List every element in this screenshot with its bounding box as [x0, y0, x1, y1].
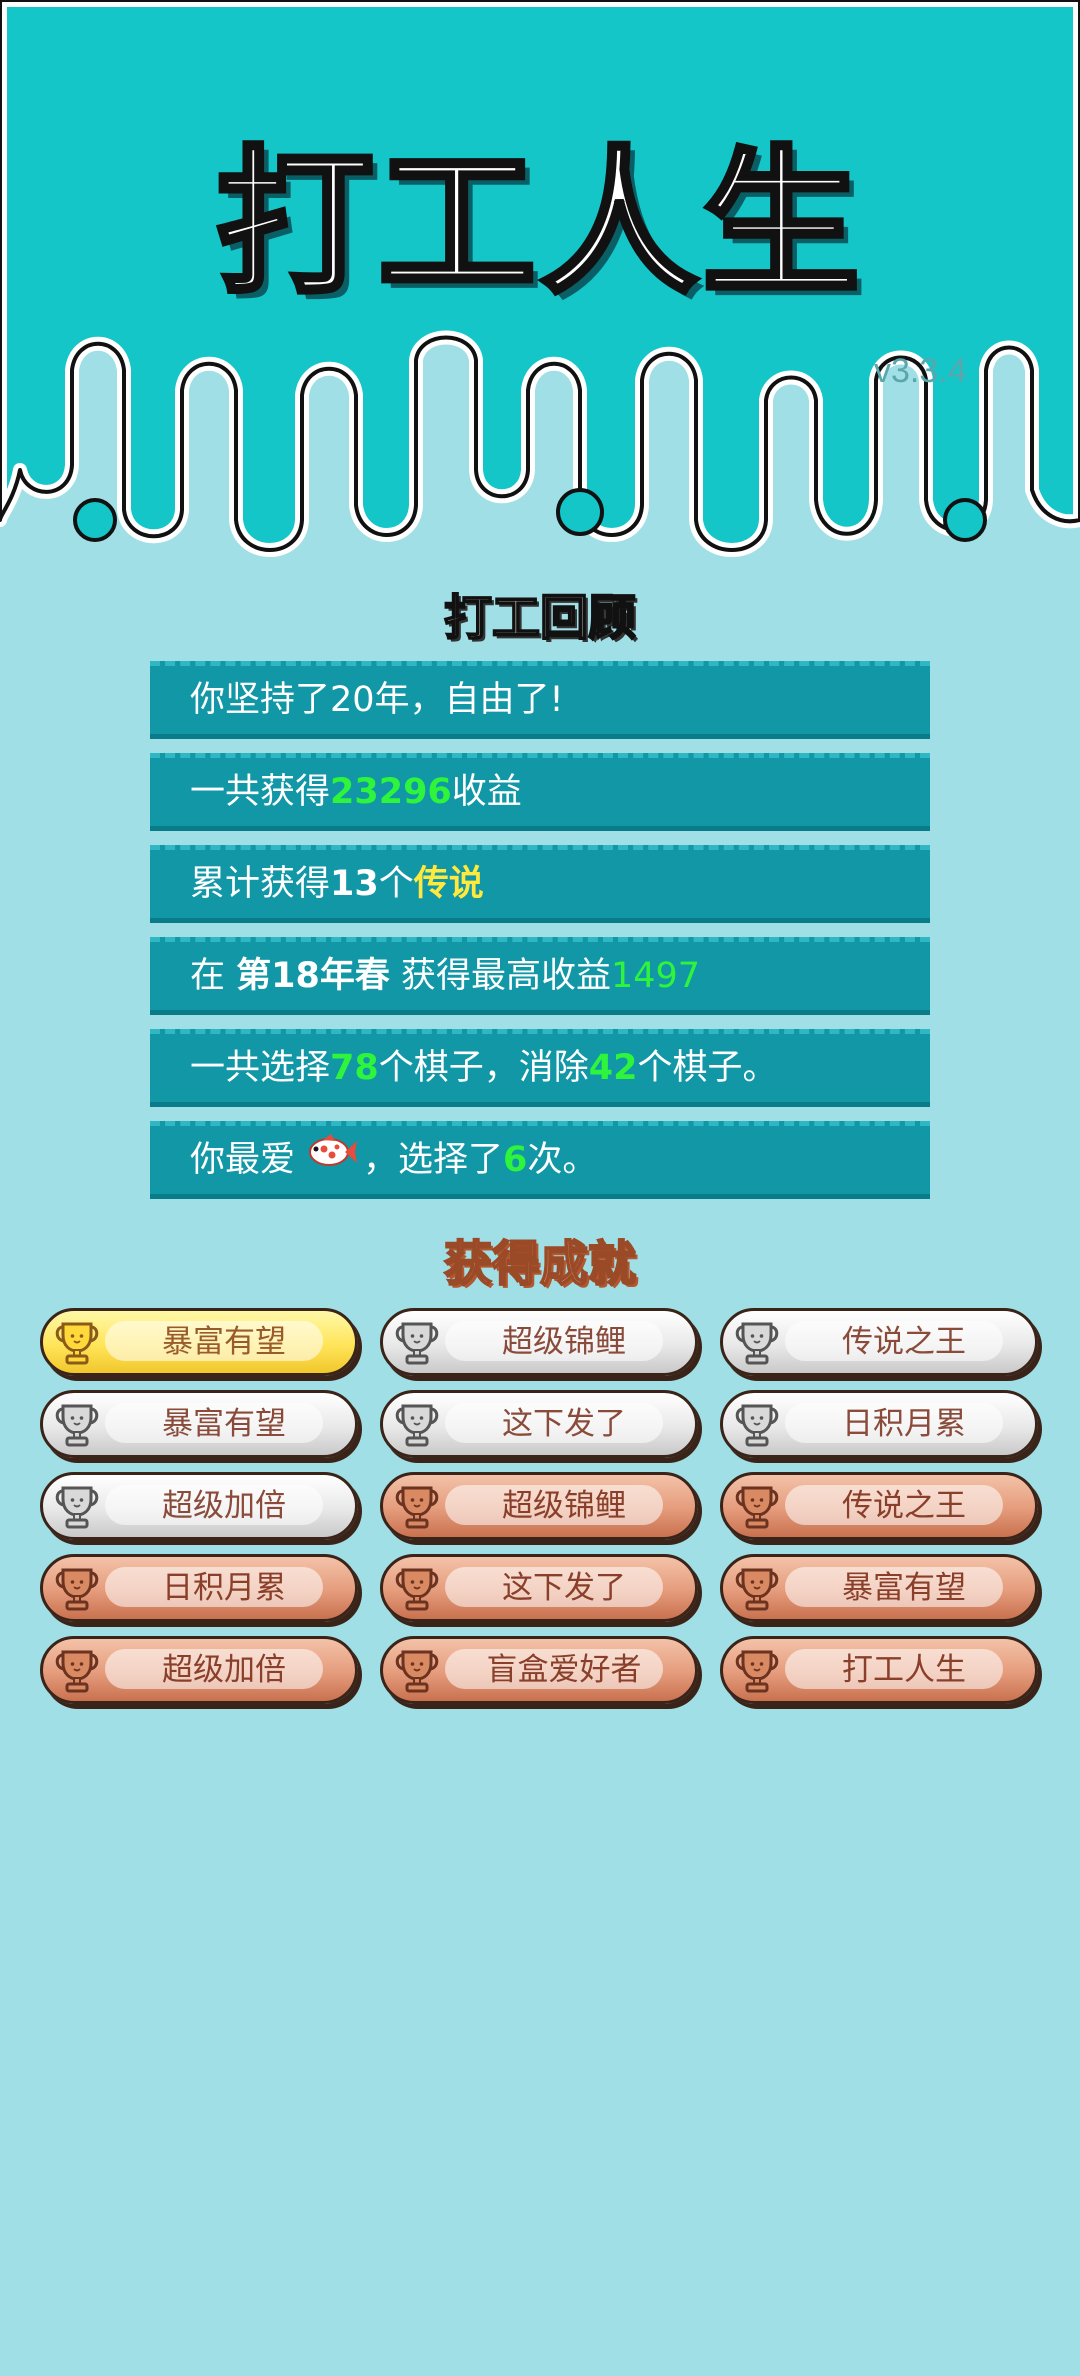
game-title: 打工人生 — [214, 130, 864, 319]
achievement-label: 这下发了 — [502, 1570, 626, 1606]
review-text: 你坚持了20年，自由了! — [190, 680, 564, 720]
achievement-badge[interactable]: 超级锦鲤 — [380, 1472, 698, 1540]
review-text: 一共获得 — [190, 772, 331, 812]
pieces-selected-value: 78 — [330, 1048, 379, 1088]
achievement-badge[interactable]: 暴富有望 — [40, 1308, 358, 1376]
achievement-label: 暴富有望 — [162, 1406, 286, 1442]
achievements-title: 获得成就 — [443, 1235, 637, 1293]
best-season-value: 第18年春 — [236, 956, 390, 996]
achievement-label: 暴富有望 — [162, 1324, 286, 1360]
review-title: 打工回顾 — [443, 589, 637, 647]
achievement-label: 日积月累 — [842, 1406, 966, 1442]
review-line-legends: 累计获得13个传说 — [150, 845, 930, 923]
review-text: 次。 — [527, 1140, 598, 1180]
achievement-badge[interactable]: 超级加倍 — [40, 1636, 358, 1704]
achievement-label: 超级加倍 — [162, 1488, 286, 1524]
review-text: 获得最高收益 — [389, 956, 611, 996]
review-line-years: 你坚持了20年，自由了! — [150, 661, 930, 739]
review-text: 累计获得 — [190, 864, 331, 904]
achievement-badge[interactable]: 暴富有望 — [720, 1554, 1038, 1622]
review-text: 个棋子，消除 — [378, 1048, 589, 1088]
achievement-label: 超级加倍 — [162, 1652, 286, 1688]
achievement-badge[interactable]: 打工人生 — [720, 1636, 1038, 1704]
achievement-badge[interactable]: 传说之王 — [720, 1472, 1038, 1540]
review-text: 你最爱 — [190, 1140, 296, 1180]
total-earnings-value: 23296 — [330, 772, 452, 812]
legend-count-value: 13 — [330, 864, 379, 904]
achievement-label: 超级锦鲤 — [502, 1324, 626, 1360]
achievement-badge[interactable]: 盲盒爱好者 — [380, 1636, 698, 1704]
review-text: 在 — [190, 956, 237, 996]
review-line-earnings: 一共获得23296收益 — [150, 753, 930, 831]
review-text: ，选择了 — [363, 1140, 504, 1180]
fish-icon — [299, 1127, 359, 1195]
achievement-badge[interactable]: 日积月累 — [720, 1390, 1038, 1458]
pieces-eliminated-value: 42 — [588, 1048, 638, 1088]
achievement-label: 传说之王 — [842, 1488, 966, 1524]
achievement-badge[interactable]: 这下发了 — [380, 1390, 698, 1458]
review-line-favorite: 你最爱 ，选择了6次。 — [150, 1121, 930, 1199]
achievement-badge[interactable]: 超级加倍 — [40, 1472, 358, 1540]
legend-label: 传说 — [413, 864, 484, 904]
achievement-label: 盲盒爱好者 — [486, 1652, 642, 1688]
achievement-badge[interactable]: 传说之王 — [720, 1308, 1038, 1376]
review-line-best-season: 在 第18年春 获得最高收益1497 — [150, 937, 930, 1015]
achievement-badge[interactable]: 超级锦鲤 — [380, 1308, 698, 1376]
review-line-pieces: 一共选择78个棋子，消除42个棋子。 — [150, 1029, 930, 1107]
achievement-badge[interactable]: 这下发了 — [380, 1554, 698, 1622]
achievement-badge[interactable]: 日积月累 — [40, 1554, 358, 1622]
review-text: 个 — [378, 864, 414, 904]
review-text: 收益 — [451, 772, 522, 812]
review-text: 个棋子。 — [637, 1048, 778, 1088]
review-text: 一共选择 — [190, 1048, 331, 1088]
achievement-label: 打工人生 — [842, 1652, 966, 1688]
achievement-label: 传说之王 — [842, 1324, 966, 1360]
version-label: v3.3.4 — [874, 352, 967, 390]
achievement-label: 这下发了 — [502, 1406, 626, 1442]
achievement-label: 日积月累 — [162, 1570, 286, 1606]
achievement-badge[interactable]: 暴富有望 — [40, 1390, 358, 1458]
achievement-label: 暴富有望 — [842, 1570, 966, 1606]
favorite-count-value: 6 — [503, 1140, 528, 1180]
achievement-label: 超级锦鲤 — [502, 1488, 626, 1524]
best-earnings-value: 1497 — [611, 956, 701, 996]
